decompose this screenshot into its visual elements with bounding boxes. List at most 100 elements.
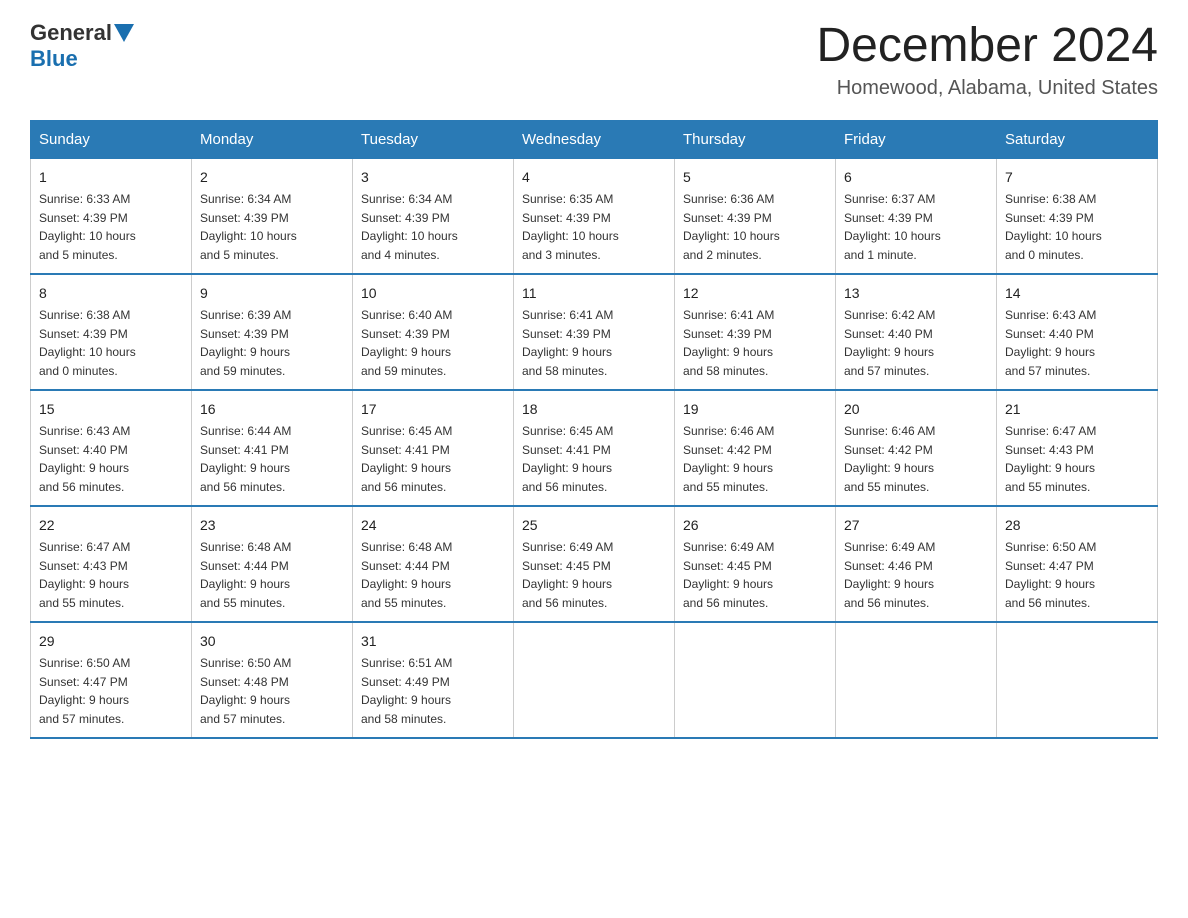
day-number: 2	[200, 167, 344, 188]
day-number: 9	[200, 283, 344, 304]
day-daylight: Daylight: 10 hoursand 0 minutes.	[1005, 229, 1102, 262]
day-sunrise: Sunrise: 6:50 AM	[1005, 540, 1096, 554]
day-number: 17	[361, 399, 505, 420]
day-sunset: Sunset: 4:45 PM	[522, 559, 611, 573]
table-row	[997, 622, 1158, 738]
table-row: 11 Sunrise: 6:41 AM Sunset: 4:39 PM Dayl…	[514, 274, 675, 390]
day-daylight: Daylight: 9 hoursand 56 minutes.	[200, 461, 290, 494]
table-row: 21 Sunrise: 6:47 AM Sunset: 4:43 PM Dayl…	[997, 390, 1158, 506]
day-daylight: Daylight: 9 hoursand 56 minutes.	[361, 461, 451, 494]
day-number: 13	[844, 283, 988, 304]
day-sunrise: Sunrise: 6:48 AM	[200, 540, 291, 554]
day-number: 26	[683, 515, 827, 536]
table-row: 8 Sunrise: 6:38 AM Sunset: 4:39 PM Dayli…	[31, 274, 192, 390]
col-saturday: Saturday	[997, 120, 1158, 158]
day-daylight: Daylight: 9 hoursand 58 minutes.	[361, 693, 451, 726]
day-sunset: Sunset: 4:39 PM	[39, 327, 128, 341]
day-sunrise: Sunrise: 6:41 AM	[522, 308, 613, 322]
table-row: 29 Sunrise: 6:50 AM Sunset: 4:47 PM Dayl…	[31, 622, 192, 738]
day-number: 24	[361, 515, 505, 536]
day-sunset: Sunset: 4:44 PM	[200, 559, 289, 573]
month-title: December 2024	[816, 20, 1158, 73]
day-number: 3	[361, 167, 505, 188]
table-row: 14 Sunrise: 6:43 AM Sunset: 4:40 PM Dayl…	[997, 274, 1158, 390]
day-daylight: Daylight: 9 hoursand 57 minutes.	[39, 693, 129, 726]
day-sunrise: Sunrise: 6:34 AM	[361, 192, 452, 206]
day-number: 19	[683, 399, 827, 420]
day-daylight: Daylight: 10 hoursand 0 minutes.	[39, 345, 136, 378]
table-row: 12 Sunrise: 6:41 AM Sunset: 4:39 PM Dayl…	[675, 274, 836, 390]
table-row: 23 Sunrise: 6:48 AM Sunset: 4:44 PM Dayl…	[192, 506, 353, 622]
table-row: 1 Sunrise: 6:33 AM Sunset: 4:39 PM Dayli…	[31, 158, 192, 274]
day-number: 5	[683, 167, 827, 188]
day-daylight: Daylight: 9 hoursand 58 minutes.	[522, 345, 612, 378]
table-row: 18 Sunrise: 6:45 AM Sunset: 4:41 PM Dayl…	[514, 390, 675, 506]
day-sunset: Sunset: 4:45 PM	[683, 559, 772, 573]
day-sunset: Sunset: 4:39 PM	[683, 327, 772, 341]
table-row: 17 Sunrise: 6:45 AM Sunset: 4:41 PM Dayl…	[353, 390, 514, 506]
day-sunset: Sunset: 4:39 PM	[522, 327, 611, 341]
day-sunset: Sunset: 4:49 PM	[361, 675, 450, 689]
day-sunset: Sunset: 4:48 PM	[200, 675, 289, 689]
col-wednesday: Wednesday	[514, 120, 675, 158]
day-number: 18	[522, 399, 666, 420]
day-number: 28	[1005, 515, 1149, 536]
day-sunset: Sunset: 4:39 PM	[361, 327, 450, 341]
table-row: 22 Sunrise: 6:47 AM Sunset: 4:43 PM Dayl…	[31, 506, 192, 622]
table-row: 24 Sunrise: 6:48 AM Sunset: 4:44 PM Dayl…	[353, 506, 514, 622]
day-number: 1	[39, 167, 183, 188]
day-sunrise: Sunrise: 6:42 AM	[844, 308, 935, 322]
day-sunset: Sunset: 4:43 PM	[39, 559, 128, 573]
day-sunset: Sunset: 4:39 PM	[522, 211, 611, 225]
calendar-week-row: 15 Sunrise: 6:43 AM Sunset: 4:40 PM Dayl…	[31, 390, 1158, 506]
table-row	[514, 622, 675, 738]
day-sunset: Sunset: 4:42 PM	[844, 443, 933, 457]
table-row: 26 Sunrise: 6:49 AM Sunset: 4:45 PM Dayl…	[675, 506, 836, 622]
calendar-header-row: Sunday Monday Tuesday Wednesday Thursday…	[31, 120, 1158, 158]
calendar-week-row: 29 Sunrise: 6:50 AM Sunset: 4:47 PM Dayl…	[31, 622, 1158, 738]
day-number: 11	[522, 283, 666, 304]
calendar-table: Sunday Monday Tuesday Wednesday Thursday…	[30, 120, 1158, 739]
col-sunday: Sunday	[31, 120, 192, 158]
day-number: 6	[844, 167, 988, 188]
day-sunset: Sunset: 4:39 PM	[844, 211, 933, 225]
day-daylight: Daylight: 9 hoursand 59 minutes.	[200, 345, 290, 378]
table-row: 15 Sunrise: 6:43 AM Sunset: 4:40 PM Dayl…	[31, 390, 192, 506]
day-daylight: Daylight: 9 hoursand 55 minutes.	[844, 461, 934, 494]
day-daylight: Daylight: 10 hoursand 2 minutes.	[683, 229, 780, 262]
day-daylight: Daylight: 10 hoursand 4 minutes.	[361, 229, 458, 262]
day-daylight: Daylight: 9 hoursand 58 minutes.	[683, 345, 773, 378]
day-sunrise: Sunrise: 6:49 AM	[683, 540, 774, 554]
table-row: 16 Sunrise: 6:44 AM Sunset: 4:41 PM Dayl…	[192, 390, 353, 506]
table-row: 4 Sunrise: 6:35 AM Sunset: 4:39 PM Dayli…	[514, 158, 675, 274]
calendar-week-row: 1 Sunrise: 6:33 AM Sunset: 4:39 PM Dayli…	[31, 158, 1158, 274]
day-daylight: Daylight: 9 hoursand 56 minutes.	[522, 461, 612, 494]
day-sunset: Sunset: 4:40 PM	[1005, 327, 1094, 341]
day-daylight: Daylight: 10 hoursand 5 minutes.	[200, 229, 297, 262]
day-daylight: Daylight: 10 hoursand 1 minute.	[844, 229, 941, 262]
day-sunrise: Sunrise: 6:41 AM	[683, 308, 774, 322]
day-sunset: Sunset: 4:47 PM	[1005, 559, 1094, 573]
page-header: General Blue December 2024 Homewood, Ala…	[30, 20, 1158, 100]
calendar-week-row: 8 Sunrise: 6:38 AM Sunset: 4:39 PM Dayli…	[31, 274, 1158, 390]
day-sunrise: Sunrise: 6:49 AM	[522, 540, 613, 554]
day-sunrise: Sunrise: 6:44 AM	[200, 424, 291, 438]
location-title: Homewood, Alabama, United States	[816, 77, 1158, 100]
logo-arrow-icon	[114, 24, 134, 44]
day-sunrise: Sunrise: 6:45 AM	[361, 424, 452, 438]
table-row: 3 Sunrise: 6:34 AM Sunset: 4:39 PM Dayli…	[353, 158, 514, 274]
day-sunset: Sunset: 4:41 PM	[522, 443, 611, 457]
day-daylight: Daylight: 9 hoursand 56 minutes.	[844, 577, 934, 610]
day-sunset: Sunset: 4:40 PM	[844, 327, 933, 341]
day-number: 31	[361, 631, 505, 652]
day-sunset: Sunset: 4:40 PM	[39, 443, 128, 457]
table-row: 27 Sunrise: 6:49 AM Sunset: 4:46 PM Dayl…	[836, 506, 997, 622]
table-row: 6 Sunrise: 6:37 AM Sunset: 4:39 PM Dayli…	[836, 158, 997, 274]
col-tuesday: Tuesday	[353, 120, 514, 158]
day-sunset: Sunset: 4:39 PM	[200, 327, 289, 341]
table-row: 19 Sunrise: 6:46 AM Sunset: 4:42 PM Dayl…	[675, 390, 836, 506]
day-number: 15	[39, 399, 183, 420]
day-sunset: Sunset: 4:41 PM	[200, 443, 289, 457]
day-daylight: Daylight: 9 hoursand 56 minutes.	[39, 461, 129, 494]
day-daylight: Daylight: 9 hoursand 55 minutes.	[39, 577, 129, 610]
